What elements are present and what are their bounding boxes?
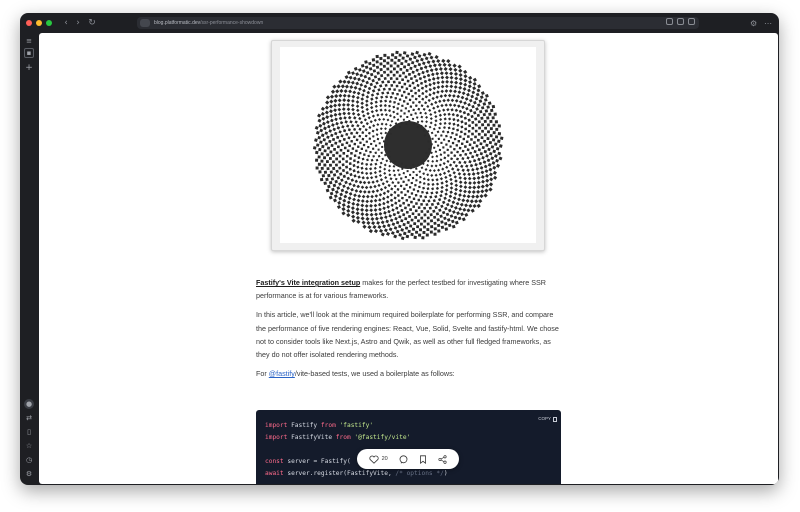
reaction-bar: 20 <box>357 449 459 469</box>
article-body: Fastify's Vite integration setup makes f… <box>256 276 561 386</box>
shield-icon[interactable] <box>666 18 673 25</box>
fastify-vite-link[interactable]: Fastify's Vite integration setup <box>256 278 360 287</box>
browser-toolbar: ‹ › ↻ blog.platformatic.dev/ssr-performa… <box>20 13 779 33</box>
code-line: await server.register(FastifyVite, /* op… <box>265 470 448 477</box>
active-tab-icon[interactable]: ▪ <box>24 48 34 58</box>
profile-icon[interactable]: ● <box>24 399 34 409</box>
share-icon <box>438 454 447 464</box>
new-tab-icon[interactable]: + <box>24 63 34 73</box>
extensions-icon[interactable]: ⚙ <box>750 13 757 33</box>
panel-icon[interactable]: ▯ <box>24 427 34 437</box>
settings-icon[interactable]: ⚙ <box>24 469 34 479</box>
like-count: 20 <box>381 456 388 462</box>
address-bar[interactable]: blog.platformatic.dev/ssr-performance-sh… <box>137 17 699 29</box>
bookmark-button[interactable] <box>419 454 427 464</box>
url-text: blog.platformatic.dev/ssr-performance-sh… <box>154 20 264 26</box>
bookmarks-icon[interactable]: ☆ <box>24 441 34 451</box>
share-icon[interactable] <box>688 18 695 25</box>
copy-button[interactable]: COPY <box>538 413 557 425</box>
spiral-pattern-image <box>280 47 536 243</box>
comment-button[interactable] <box>399 454 408 464</box>
comment-icon <box>399 454 408 464</box>
sidebar-toggle-icon[interactable]: ≡ <box>24 36 34 46</box>
hero-image-frame <box>271 40 545 251</box>
browser-sidebar: ≡ ▪ + ● ⇄ ▯ ☆ ◷ ⚙ <box>20 33 38 485</box>
forward-icon[interactable]: › <box>72 13 84 33</box>
share-button[interactable] <box>438 454 447 464</box>
history-icon[interactable]: ◷ <box>24 455 34 465</box>
paragraph-tests-prefix: For <box>256 369 269 379</box>
site-settings-icon[interactable] <box>140 19 150 27</box>
paragraph-tests: For @fastify/vite-based tests, we used a… <box>256 367 561 380</box>
paragraph-intro: Fastify's Vite integration setup makes f… <box>256 276 561 302</box>
heart-icon <box>369 455 379 464</box>
bookmark-icon <box>420 454 427 464</box>
fastify-mention-link[interactable]: @fastify <box>269 369 295 378</box>
paragraph-overview: In this article, we'll look at the minim… <box>256 310 559 360</box>
reload-icon[interactable]: ↻ <box>86 13 98 33</box>
back-icon[interactable]: ‹ <box>60 13 72 33</box>
paragraph-tests-text: /vite-based tests, we used a boilerplate… <box>294 369 455 379</box>
more-menu-icon[interactable]: ⋯ <box>764 13 772 33</box>
reader-mode-icon[interactable] <box>677 18 684 25</box>
spiral-dots-graphic <box>312 50 504 241</box>
browser-window: ‹ › ↻ blog.platformatic.dev/ssr-performa… <box>20 13 779 485</box>
like-button[interactable]: 20 <box>369 455 388 464</box>
close-window-button[interactable] <box>26 20 32 26</box>
minimize-window-button[interactable] <box>36 20 42 26</box>
page-content: Fastify's Vite integration setup makes f… <box>39 33 778 484</box>
maximize-window-button[interactable] <box>46 20 52 26</box>
copy-icon <box>553 416 557 422</box>
code-line: import FastifyVite from '@fastify/vite' <box>265 434 411 441</box>
window-controls <box>26 20 52 26</box>
code-line: import Fastify from 'fastify' <box>265 422 374 429</box>
sync-icon[interactable]: ⇄ <box>24 413 34 423</box>
code-block: COPY import Fastify from 'fastify' impor… <box>256 410 561 484</box>
copy-label: COPY <box>538 416 551 421</box>
